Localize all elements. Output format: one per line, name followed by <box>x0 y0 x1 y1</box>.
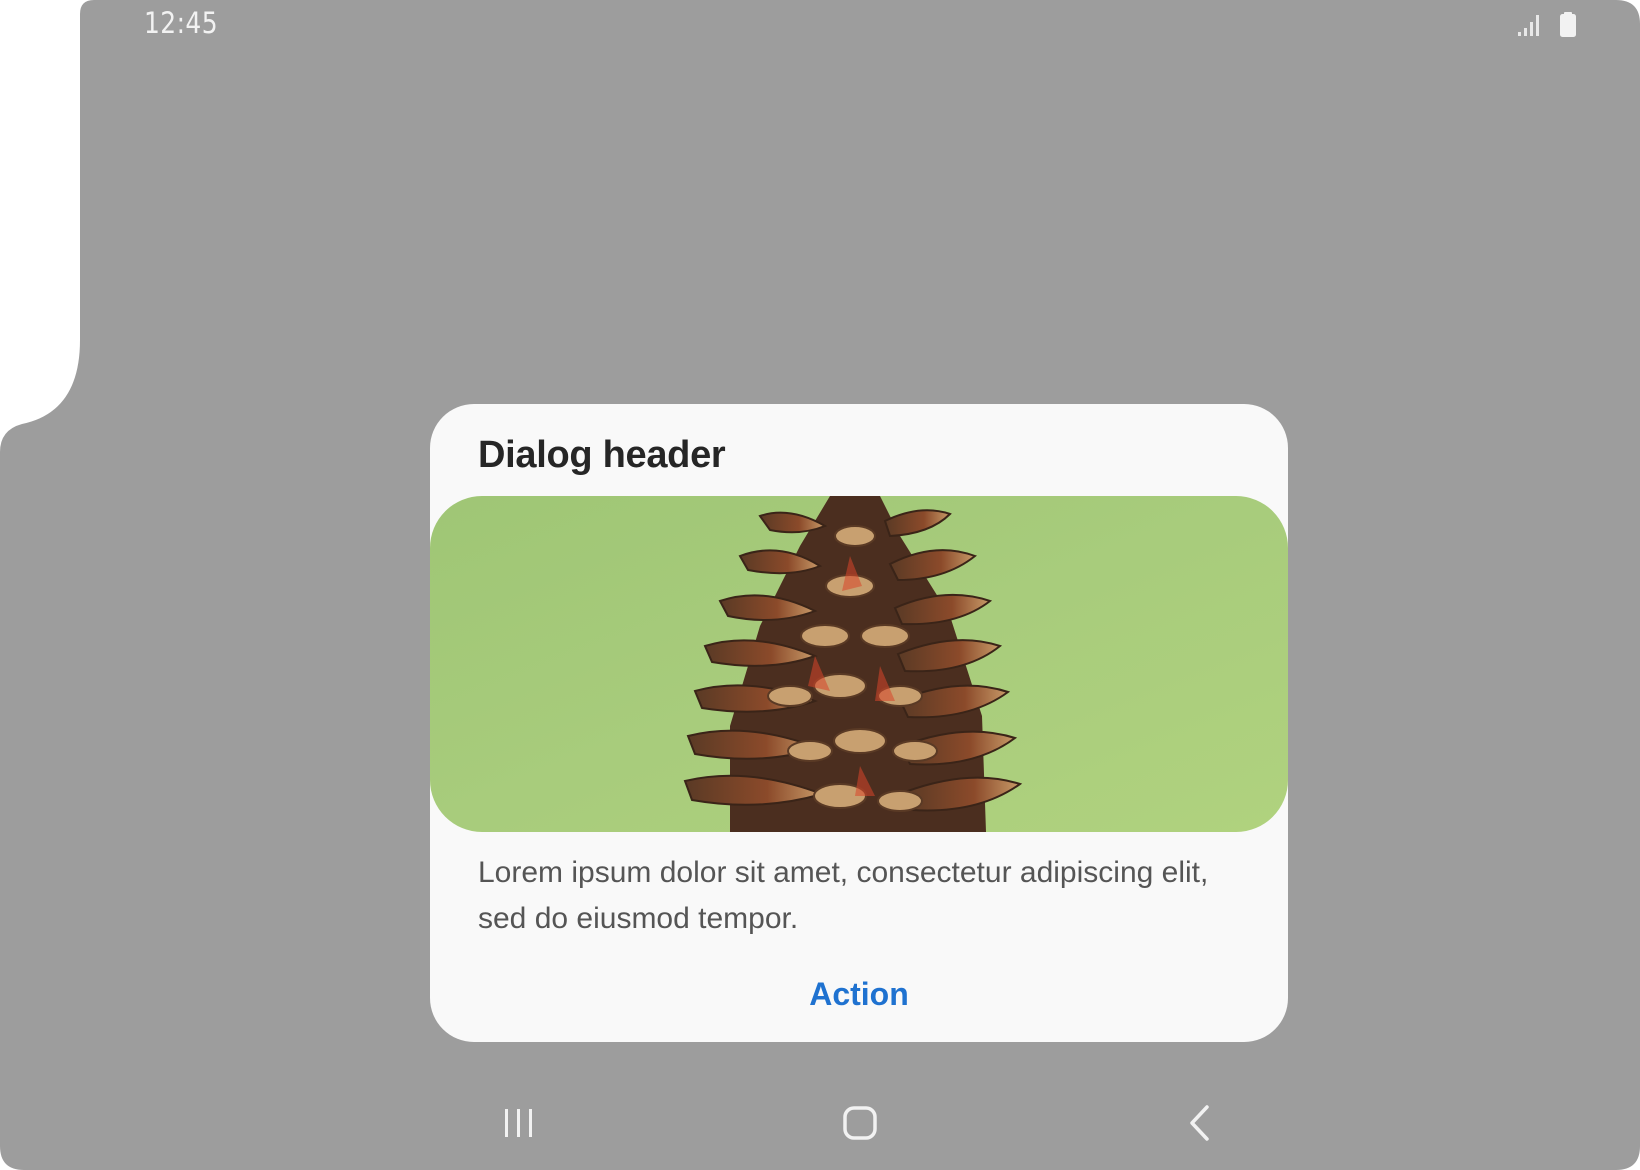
dialog: Dialog header Lorem ipsum dolor sit amet… <box>430 404 1288 1042</box>
action-button[interactable]: Action <box>430 964 1288 1024</box>
dialog-body-text: Lorem ipsum dolor sit amet, consectetur … <box>478 856 1209 935</box>
pine-cone-image <box>430 496 1288 832</box>
status-time: 12:45 <box>144 6 219 40</box>
back-icon <box>1190 1105 1209 1141</box>
dialog-title: Dialog header <box>478 434 726 476</box>
back-button[interactable] <box>1166 1090 1236 1156</box>
recents-button[interactable] <box>484 1090 554 1156</box>
battery-icon <box>1560 12 1576 37</box>
recents-icon <box>505 1109 532 1137</box>
home-button[interactable] <box>825 1090 895 1156</box>
device-frame: 12:45 Dialog header Lorem ipsum dolor si… <box>0 0 1640 1170</box>
pine-cone-photo <box>430 496 1288 832</box>
home-icon <box>843 1106 877 1140</box>
signal-icon <box>1518 15 1539 36</box>
status-icons <box>1508 12 1588 40</box>
